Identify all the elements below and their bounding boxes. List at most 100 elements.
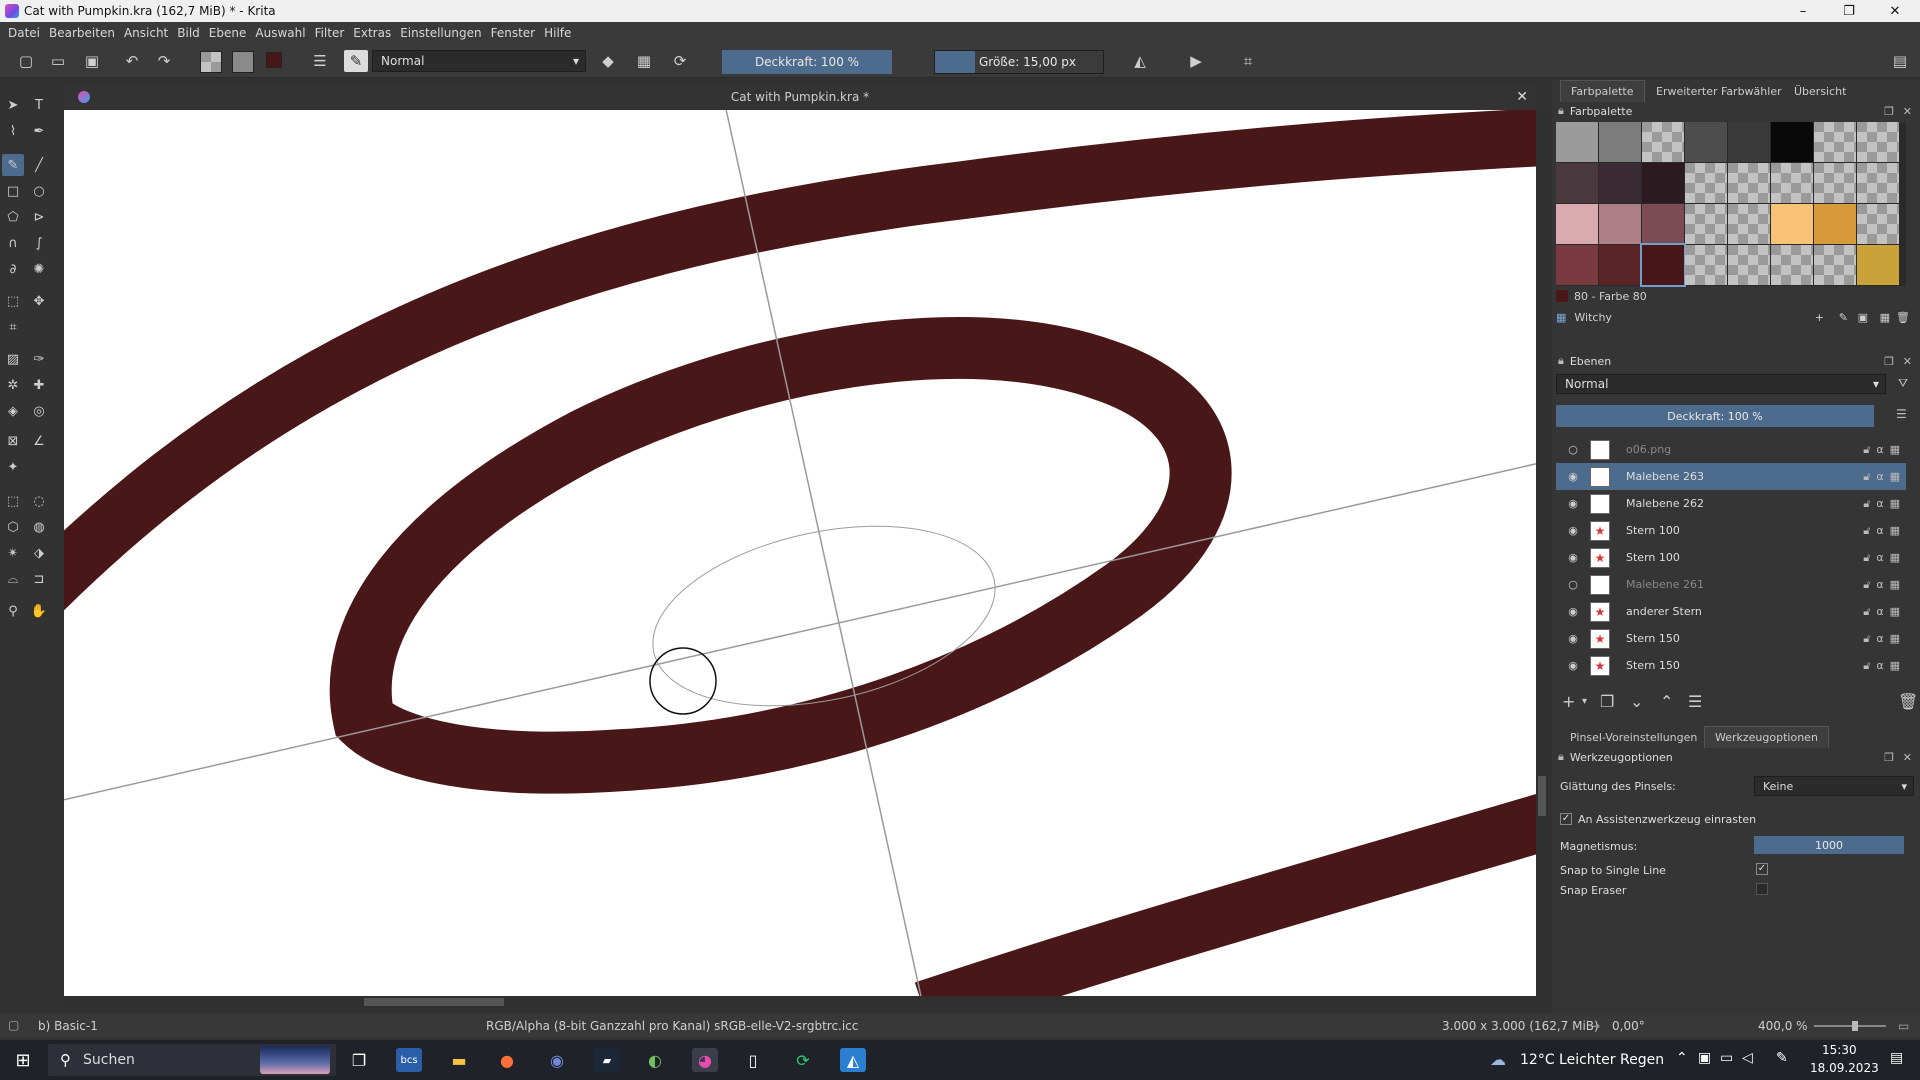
freehand-brush-tool-icon[interactable]: ✎ (2, 154, 24, 176)
calligraphy-tool-icon[interactable]: ✒ (28, 120, 50, 142)
palette-swatch[interactable] (1771, 163, 1813, 203)
layer-menu-icon[interactable]: ☰ (1896, 407, 1907, 421)
palette-swatch[interactable] (1728, 204, 1770, 244)
new-document-icon[interactable]: ▢ (14, 50, 38, 72)
edit-color-icon[interactable]: ✎ (1839, 311, 1848, 324)
alpha-lock-icon[interactable]: ▦ (1890, 470, 1900, 484)
layer-lock-icon[interactable]: 🔓︎ (1863, 578, 1870, 592)
redo-icon[interactable]: ↷ (152, 50, 176, 72)
foreground-color-swatch[interactable] (266, 52, 282, 68)
alpha-lock-icon[interactable]: ▦ (1890, 497, 1900, 511)
palette-swatch[interactable] (1685, 163, 1727, 203)
enclose-fill-tool-icon[interactable]: ◎ (28, 400, 50, 422)
horizontal-scrollbar[interactable] (64, 996, 1548, 1008)
app-icon-sync[interactable]: ⟳ (790, 1048, 816, 1072)
alpha-inherit-icon[interactable]: α (1876, 524, 1883, 538)
chevron-up-icon[interactable]: ⌃ (1676, 1050, 1688, 1066)
monitor-icon[interactable]: ▭ (1720, 1050, 1733, 1066)
undo-icon[interactable]: ↶ (120, 50, 144, 72)
menu-extras[interactable]: Extras (353, 26, 391, 40)
palette-name[interactable]: Witchy (1574, 311, 1612, 324)
drawing-canvas[interactable] (64, 110, 1536, 996)
palette-swatch[interactable] (1599, 245, 1641, 285)
tab-erweiterter-farbwaehler[interactable]: Erweiterter Farbwähler (1646, 80, 1792, 102)
palette-swatch[interactable] (1814, 122, 1856, 162)
palette-swatch[interactable] (1599, 163, 1641, 203)
select-shapes-tool-icon[interactable]: ➤ (2, 94, 24, 116)
pattern-swatch[interactable] (232, 51, 254, 73)
zoom-tool-icon[interactable]: ⚲ (2, 600, 24, 622)
snap-single-line-checkbox[interactable]: ✓ (1756, 863, 1768, 875)
alpha-lock-icon[interactable]: ▦ (1890, 578, 1900, 592)
save-icon[interactable]: ▣ (80, 50, 104, 72)
layer-lock-icon[interactable]: 🔓︎ (1863, 443, 1870, 457)
layer-row[interactable]: ◉ ★ Stern 150 🔓︎ α ▦ (1556, 625, 1906, 652)
crop-tool-icon[interactable]: ⌗ (2, 316, 24, 338)
eye-icon[interactable]: ◉ (1566, 659, 1580, 672)
palette-swatch[interactable] (1857, 122, 1899, 162)
palette-swatch[interactable] (1556, 204, 1598, 244)
lock-icon[interactable]: 🔒︎ (1558, 354, 1564, 368)
snap-assist-checkbox[interactable]: ✓ (1560, 813, 1572, 825)
freehand-select-tool-icon[interactable]: ◍ (28, 516, 50, 538)
layer-blend-mode-select[interactable]: Normal ▾ (1556, 374, 1886, 394)
alpha-inherit-icon[interactable]: α (1876, 578, 1883, 592)
menu-einstellungen[interactable]: Einstellungen (400, 26, 481, 40)
rotation-icon[interactable]: ⊸ (1590, 1019, 1600, 1033)
layer-opacity-slider[interactable]: Deckkraft: 100 % (1556, 405, 1874, 427)
alpha-inherit-icon[interactable]: α (1876, 470, 1883, 484)
clock-date[interactable]: 18.09.2023 (1810, 1061, 1879, 1075)
notification-icon[interactable]: ▤ (1890, 1050, 1903, 1066)
lock-icon[interactable]: 🔒︎ (1558, 104, 1564, 118)
zoom-slider[interactable] (1814, 1025, 1886, 1027)
float-panel-icon[interactable]: ❐ (1884, 105, 1894, 118)
close-panel-icon[interactable]: ✕ (1903, 105, 1912, 118)
pan-tool-icon[interactable]: ✋ (28, 600, 50, 622)
app-icon-green[interactable]: ◐ (642, 1048, 668, 1072)
layer-lock-icon[interactable]: 🔓︎ (1863, 497, 1870, 511)
add-color-icon[interactable]: + (1815, 311, 1824, 324)
selected-color-row[interactable]: 80 - Farbe 80 (1556, 288, 1916, 304)
delete-layer-icon[interactable]: 🗑︎ (1898, 692, 1918, 711)
mirror-vertical-icon[interactable]: ▶ (1184, 50, 1208, 72)
palette-grid[interactable] (1556, 122, 1906, 287)
freehand-path-tool-icon[interactable]: ∫ (28, 232, 50, 254)
ellipse-tool-icon[interactable]: ○ (28, 180, 50, 202)
clock-time[interactable]: 15:30 (1822, 1043, 1857, 1057)
palette-swatch[interactable] (1814, 163, 1856, 203)
palette-swatch[interactable] (1728, 245, 1770, 285)
eye-icon[interactable]: ◉ (1566, 497, 1580, 510)
layer-row[interactable]: ◉ ★ anderer Stern 🔓︎ α ▦ (1556, 598, 1906, 625)
fit-canvas-icon[interactable]: ▭ (1898, 1019, 1909, 1033)
pen-icon[interactable]: ✎ (1776, 1050, 1788, 1066)
lock-icon[interactable]: 🔒︎ (1558, 750, 1564, 764)
color-picker-tool-icon[interactable]: ✑ (28, 348, 50, 370)
similar-select-tool-icon[interactable]: ⬗ (28, 542, 50, 564)
blend-mode-select[interactable]: Normal ▾ (372, 50, 586, 72)
move-layer-up-icon[interactable]: ⌃ (1660, 692, 1673, 711)
windows-start-icon[interactable]: ⊞ (10, 1048, 36, 1072)
file-explorer-icon[interactable]: ▬ (446, 1048, 472, 1072)
move-tool-icon[interactable]: ✥ (28, 290, 50, 312)
magnetism-slider[interactable]: 1000 (1754, 836, 1904, 854)
magnetic-select-tool-icon[interactable]: ⊐ (28, 568, 50, 590)
multibrush-tool-icon[interactable]: ✺ (28, 258, 50, 280)
vertical-scrollbar[interactable] (1536, 110, 1548, 996)
layer-lock-icon[interactable]: 🔓︎ (1863, 632, 1870, 646)
layer-lock-icon[interactable]: 🔓︎ (1863, 551, 1870, 565)
filter-icon[interactable]: ⛛ (1898, 376, 1908, 391)
canvas-only-icon[interactable]: ▤ (1888, 50, 1912, 72)
close-button[interactable]: ✕ (1872, 0, 1918, 22)
alpha-inherit-icon[interactable]: α (1876, 632, 1883, 646)
firefox-icon[interactable]: ● (494, 1048, 520, 1072)
taskbar-search-box[interactable]: ⚲ Suchen (48, 1044, 336, 1076)
duplicate-layer-icon[interactable]: ❐ (1600, 692, 1614, 711)
brush-preset-icon[interactable]: ✎ (344, 50, 368, 72)
polygon-select-tool-icon[interactable]: ⬡ (2, 516, 24, 538)
notepad-icon[interactable]: ▯ (740, 1048, 766, 1072)
palette-swatch[interactable] (1556, 122, 1598, 162)
text-tool-icon[interactable]: T (28, 94, 50, 116)
menu-bearbeiten[interactable]: Bearbeiten (49, 26, 115, 40)
brush-settings-icon[interactable]: ☰ (308, 50, 332, 72)
palette-view-icon[interactable]: ▦ (1880, 311, 1890, 324)
